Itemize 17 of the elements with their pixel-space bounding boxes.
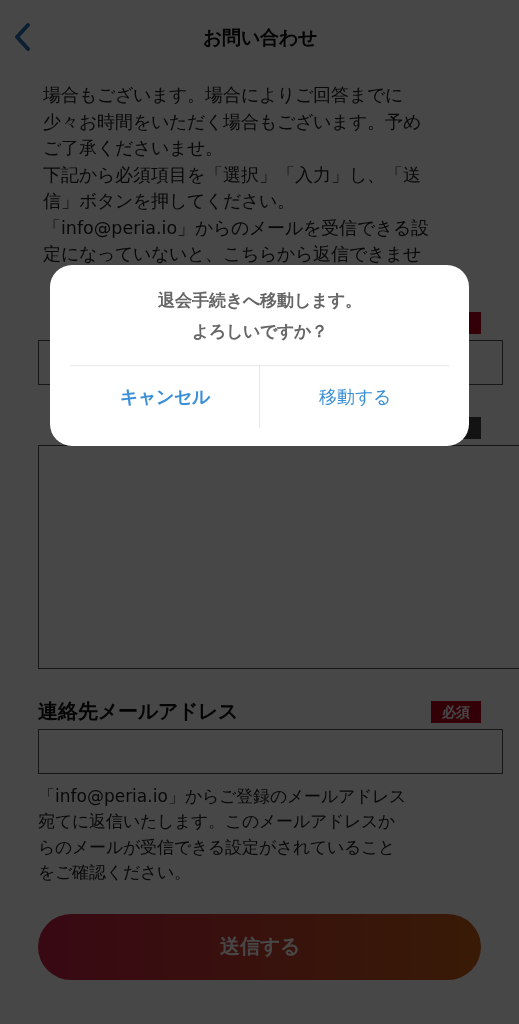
- cancel-button[interactable]: キャンセル: [70, 366, 259, 428]
- intro-text: 少々お時間をいただく場合もございます。予め: [43, 110, 421, 134]
- email-note: 宛てに返信いたします。このメールアドレスか: [38, 810, 395, 833]
- intro-text: 信」ボタンを押してください。: [43, 190, 295, 213]
- email-note: 「info@peria.io」からご登録のメールアドレス: [38, 784, 406, 808]
- email-note: らのメールが受信できる設定がされていること: [38, 835, 395, 859]
- intro-text: 「info@peria.io」からのメールを受信できる設: [43, 216, 430, 240]
- intro-text: ご了承くださいませ。: [43, 137, 223, 160]
- dialog-message: 退会手続きへ移動します。: [157, 289, 362, 312]
- intro-text: 場合もございます。場合によりご回答までに: [43, 84, 403, 107]
- field-label: 連絡先メールアドレス: [38, 698, 238, 725]
- page-title: お問い合わせ: [202, 25, 317, 50]
- intro-text: 下記から必須項目を「選択」「入力」し、「送: [43, 163, 421, 187]
- intro-text: 定になっていないと、こちらから返信できませ: [43, 243, 421, 266]
- email-note: をご確認ください。: [38, 861, 191, 884]
- confirm-button[interactable]: 移動する: [259, 366, 449, 428]
- dialog-message: よろしいですか？: [190, 320, 329, 343]
